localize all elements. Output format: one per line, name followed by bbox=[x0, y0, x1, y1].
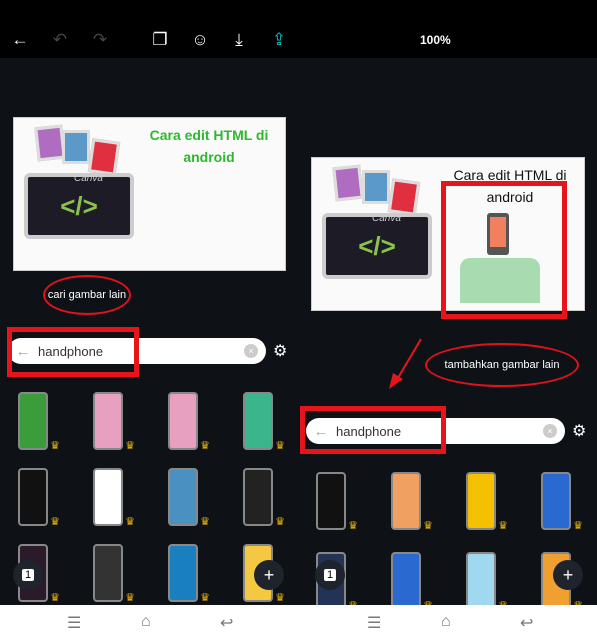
sticker-result[interactable]: ♛ bbox=[235, 390, 285, 452]
page-count-button[interactable]: 1 bbox=[13, 560, 43, 590]
card-red bbox=[87, 138, 121, 176]
phone-image bbox=[391, 552, 421, 610]
back-arrow-icon[interactable]: ← bbox=[10, 30, 30, 50]
crown-icon: ♛ bbox=[275, 440, 285, 452]
copy-pages-icon[interactable]: ❐ bbox=[150, 30, 170, 50]
home-icon[interactable]: ⌂ bbox=[141, 613, 151, 631]
crown-icon: ♛ bbox=[498, 520, 508, 532]
sticker-result[interactable]: ♛ bbox=[85, 390, 135, 452]
phone-image bbox=[168, 544, 198, 602]
sticker-result[interactable]: ♛ bbox=[10, 390, 60, 452]
filter-icon[interactable]: ⚙ bbox=[273, 341, 287, 361]
download-icon[interactable]: ⤓ bbox=[229, 30, 249, 50]
clear-icon[interactable]: × bbox=[543, 424, 557, 438]
zoom-level[interactable]: 100% bbox=[420, 33, 451, 47]
crown-icon: ♛ bbox=[50, 516, 60, 528]
crown-icon: ♛ bbox=[125, 440, 135, 452]
home-icon[interactable]: ⌂ bbox=[441, 613, 451, 631]
crown-icon: ♛ bbox=[275, 516, 285, 528]
sticker-result[interactable]: ♛ bbox=[235, 466, 285, 528]
phone-image bbox=[93, 392, 123, 450]
watermark: Canva bbox=[74, 173, 103, 184]
filter-icon[interactable]: ⚙ bbox=[572, 421, 586, 441]
phone-image bbox=[466, 552, 496, 610]
callout-cari-gambar: cari gambar lain bbox=[43, 275, 131, 315]
design-title[interactable]: Cara edit HTML di android bbox=[134, 124, 284, 168]
sticker-result[interactable]: ♛ bbox=[85, 542, 135, 604]
sticker-result[interactable]: ♛ bbox=[160, 542, 210, 604]
sticker-result[interactable]: ♛ bbox=[308, 470, 358, 532]
crown-icon: ♛ bbox=[348, 520, 358, 532]
sticker-result[interactable]: ♛ bbox=[383, 470, 433, 532]
collaborate-icon[interactable]: ☺ bbox=[190, 30, 210, 50]
phone-image bbox=[93, 544, 123, 602]
crown-icon: ♛ bbox=[275, 592, 285, 604]
card-blue bbox=[62, 130, 90, 164]
callout-tambahkan-gambar: tambahkan gambar lain bbox=[425, 343, 579, 387]
card-purple bbox=[332, 164, 364, 202]
sticker-result[interactable]: ♛ bbox=[383, 550, 433, 612]
top-toolbar: ← ↶ ↷ ❐ ☺ ⤓ ⇪ 100% bbox=[0, 0, 597, 58]
phone-image bbox=[93, 468, 123, 526]
sticker-result[interactable]: ♛ bbox=[458, 550, 508, 612]
back-icon[interactable]: ↩ bbox=[220, 613, 233, 633]
phone-image bbox=[18, 468, 48, 526]
sticker-result[interactable]: ♛ bbox=[85, 466, 135, 528]
arrow-annotation bbox=[389, 338, 422, 389]
phone-image bbox=[466, 472, 496, 530]
page-count-button[interactable]: 1 bbox=[315, 560, 345, 590]
add-button[interactable]: + bbox=[553, 560, 583, 590]
sticker-result[interactable]: ♛ bbox=[533, 470, 583, 532]
sticker-result[interactable]: ♛ bbox=[160, 466, 210, 528]
menu-icon[interactable]: ☰ bbox=[367, 613, 381, 633]
crown-icon: ♛ bbox=[50, 440, 60, 452]
phone-image bbox=[243, 468, 273, 526]
menu-icon[interactable]: ☰ bbox=[67, 613, 81, 633]
phone-image bbox=[316, 472, 346, 530]
clear-icon[interactable]: × bbox=[244, 344, 258, 358]
phone-image bbox=[168, 392, 198, 450]
phone-image bbox=[541, 472, 571, 530]
crown-icon: ♛ bbox=[200, 516, 210, 528]
design-canvas[interactable]: </> Canva Cara edit HTML di android bbox=[13, 117, 286, 271]
sticker-result[interactable]: ♛ bbox=[160, 390, 210, 452]
add-button[interactable]: + bbox=[254, 560, 284, 590]
highlight-box bbox=[300, 406, 446, 454]
phone-image bbox=[243, 392, 273, 450]
highlight-box bbox=[7, 327, 139, 377]
sticker-result[interactable]: ♛ bbox=[458, 470, 508, 532]
undo-icon[interactable]: ↶ bbox=[50, 30, 70, 50]
crown-icon: ♛ bbox=[200, 592, 210, 604]
crown-icon: ♛ bbox=[423, 520, 433, 532]
share-icon[interactable]: ⇪ bbox=[269, 30, 289, 50]
sticker-result[interactable]: ♛ bbox=[10, 466, 60, 528]
system-nav-bar: ☰ ⌂ ↩ ☰ ⌂ ↩ bbox=[0, 605, 597, 640]
card-purple bbox=[34, 124, 66, 162]
crown-icon: ♛ bbox=[125, 516, 135, 528]
watermark: Canva bbox=[372, 213, 401, 224]
phone-image bbox=[18, 392, 48, 450]
redo-icon[interactable]: ↷ bbox=[90, 30, 110, 50]
crown-icon: ♛ bbox=[125, 592, 135, 604]
crown-icon: ♛ bbox=[573, 520, 583, 532]
crown-icon: ♛ bbox=[200, 440, 210, 452]
card-blue bbox=[362, 170, 390, 204]
crown-icon: ♛ bbox=[50, 592, 60, 604]
phone-image bbox=[391, 472, 421, 530]
phone-image bbox=[168, 468, 198, 526]
highlight-box bbox=[441, 181, 567, 319]
card-red bbox=[387, 178, 421, 216]
back-icon[interactable]: ↩ bbox=[520, 613, 533, 633]
